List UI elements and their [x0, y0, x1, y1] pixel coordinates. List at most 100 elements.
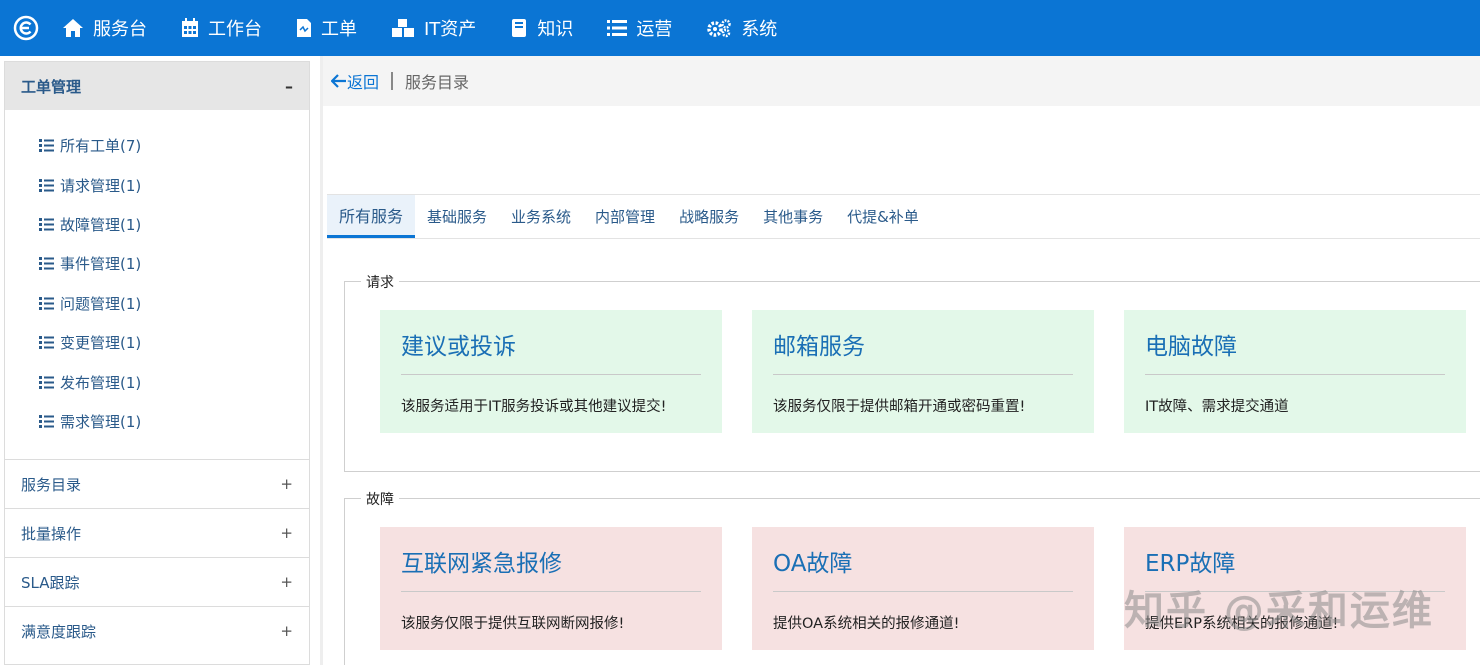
calendar-icon: [182, 18, 198, 37]
card-divider: [401, 374, 701, 375]
expand-icon[interactable]: +: [280, 524, 293, 542]
tab-all-services[interactable]: 所有服务: [327, 195, 416, 238]
sidebar-item-demand[interactable]: 需求管理(1): [5, 402, 309, 441]
section-label: 批量操作: [21, 524, 82, 543]
collapse-toggle[interactable]: –: [285, 77, 293, 96]
arrow-left-icon: [331, 74, 346, 88]
card-title[interactable]: 邮箱服务: [773, 327, 865, 361]
card-description: 该服务适用于IT服务投诉或其他建议提交!: [401, 399, 667, 415]
group-legend: 故障: [361, 489, 399, 509]
card-description: 该服务仅限于提供互联网断网报修!: [401, 616, 625, 632]
nav-label: 服务台: [93, 19, 147, 40]
sidebar-item-label: 请求管理(1): [60, 176, 142, 195]
back-label: 返回: [347, 73, 380, 92]
sidebar-item-label: 变更管理(1): [60, 334, 142, 353]
list-icon: [39, 257, 54, 271]
list-icon: [39, 178, 54, 192]
panel-title: 工单管理: [21, 77, 82, 96]
card-description: 提供OA系统相关的报修通道!: [773, 616, 960, 632]
top-navbar: 服务台 工作台 工单 IT资产 知识 运营 系统: [0, 0, 1480, 56]
card-divider: [1145, 374, 1445, 375]
sidebar-item-label: 所有工单(7): [60, 137, 142, 156]
list-icon: [39, 139, 54, 153]
back-link[interactable]: 返回: [331, 69, 379, 93]
sidebar-item-problem[interactable]: 问题管理(1): [5, 284, 309, 323]
sidebar-section-satisfaction[interactable]: 满意度跟踪 +: [5, 606, 309, 655]
breadcrumb-separator: [391, 72, 394, 90]
sidebar-item-fault[interactable]: 故障管理(1): [5, 205, 309, 244]
nav-workbench[interactable]: 工作台: [181, 0, 262, 56]
card-title[interactable]: ERP故障: [1145, 544, 1235, 578]
card-divider: [773, 591, 1073, 592]
sidebar-item-request[interactable]: 请求管理(1): [5, 165, 309, 204]
card-title[interactable]: OA故障: [773, 544, 852, 578]
sidebar-item-label: 问题管理(1): [60, 294, 142, 313]
tab-internal-management[interactable]: 内部管理: [583, 195, 667, 238]
nav-label: 运营: [636, 19, 673, 40]
sidebar-item-label: 需求管理(1): [60, 412, 142, 431]
list-icon: [39, 414, 54, 428]
sidebar-section-service-catalog[interactable]: 服务目录 +: [5, 459, 309, 508]
service-card[interactable]: 电脑故障 IT故障、需求提交通道: [1124, 310, 1466, 433]
sidebar-section-batch-ops[interactable]: 批量操作 +: [5, 508, 309, 557]
card-description: 该服务仅限于提供邮箱开通或密码重置!: [773, 399, 1026, 415]
service-card[interactable]: 建议或投诉 该服务适用于IT服务投诉或其他建议提交!: [380, 310, 722, 433]
tab-basic-services[interactable]: 基础服务: [415, 195, 499, 238]
ticket-management-panel-header[interactable]: 工单管理 –: [5, 62, 309, 110]
list-icon: [39, 336, 54, 350]
logo-icon[interactable]: [12, 14, 40, 42]
nav-ticket[interactable]: 工单: [296, 0, 357, 56]
card-title[interactable]: 互联网紧急报修: [401, 544, 562, 578]
nav-knowledge[interactable]: 知识: [510, 0, 573, 56]
nav-label: IT资产: [424, 19, 477, 40]
nav-system[interactable]: 系统: [706, 0, 777, 56]
cubes-icon: [392, 19, 414, 37]
card-title[interactable]: 建议或投诉: [401, 327, 516, 361]
nav-operations[interactable]: 运营: [607, 0, 672, 56]
ticket-submenu: 所有工单(7) 请求管理(1) 故障管理(1) 事件管理(1) 问题管理(1) …: [5, 110, 309, 459]
tab-other-affairs[interactable]: 其他事务: [751, 195, 835, 238]
nav-label: 知识: [537, 19, 574, 40]
sidebar-item-label: 发布管理(1): [60, 373, 142, 392]
sidebar-item-label: 故障管理(1): [60, 215, 142, 234]
sidebar-item-incident[interactable]: 事件管理(1): [5, 244, 309, 283]
expand-icon[interactable]: +: [280, 573, 293, 591]
book-icon: [512, 19, 527, 37]
card-divider: [773, 374, 1073, 375]
sidebar-section-sla[interactable]: SLA跟踪 +: [5, 557, 309, 606]
expand-icon[interactable]: +: [280, 475, 293, 493]
tab-strategic-services[interactable]: 战略服务: [667, 195, 751, 238]
list-icon: [607, 20, 628, 36]
sidebar-item-release[interactable]: 发布管理(1): [5, 362, 309, 401]
service-card[interactable]: 互联网紧急报修 该服务仅限于提供互联网断网报修!: [380, 527, 722, 650]
expand-icon[interactable]: +: [280, 622, 293, 640]
sidebar-item-label: 事件管理(1): [60, 255, 142, 274]
service-card[interactable]: OA故障 提供OA系统相关的报修通道!: [752, 527, 1094, 650]
document-icon: [297, 19, 311, 37]
nav-service-desk[interactable]: 服务台: [62, 0, 147, 56]
sidebar: 工单管理 – 所有工单(7) 请求管理(1) 故障管理(1) 事件管理(1) 问…: [4, 61, 310, 665]
sidebar-item-all-tickets[interactable]: 所有工单(7): [5, 126, 309, 165]
list-icon: [39, 375, 54, 389]
card-divider: [401, 591, 701, 592]
service-group-request: 请求 建议或投诉 该服务适用于IT服务投诉或其他建议提交! 邮箱服务 该服务仅限…: [344, 272, 1480, 472]
nav-it-assets[interactable]: IT资产: [391, 0, 476, 56]
breadcrumb: 返回 服务目录: [323, 56, 1480, 106]
watermark: 知乎 @采和运维: [1124, 588, 1434, 634]
list-icon: [39, 296, 54, 310]
card-description: IT故障、需求提交通道: [1145, 399, 1289, 415]
section-label: 满意度跟踪: [21, 622, 97, 641]
service-tabs: 所有服务 基础服务 业务系统 内部管理 战略服务 其他事务 代提&补单: [327, 194, 1480, 239]
breadcrumb-current: 服务目录: [405, 73, 470, 92]
card-title[interactable]: 电脑故障: [1145, 327, 1237, 361]
sidebar-item-change[interactable]: 变更管理(1): [5, 323, 309, 362]
tab-business-systems[interactable]: 业务系统: [499, 195, 583, 238]
nav-label: 工单: [321, 19, 357, 40]
home-icon: [63, 19, 83, 37]
service-card[interactable]: 邮箱服务 该服务仅限于提供邮箱开通或密码重置!: [752, 310, 1094, 433]
section-label: 服务目录: [21, 475, 82, 494]
gears-icon: [707, 19, 732, 38]
nav-label: 工作台: [208, 19, 262, 40]
tab-proxy-supplement[interactable]: 代提&补单: [835, 195, 931, 238]
section-label: SLA跟踪: [21, 573, 80, 592]
